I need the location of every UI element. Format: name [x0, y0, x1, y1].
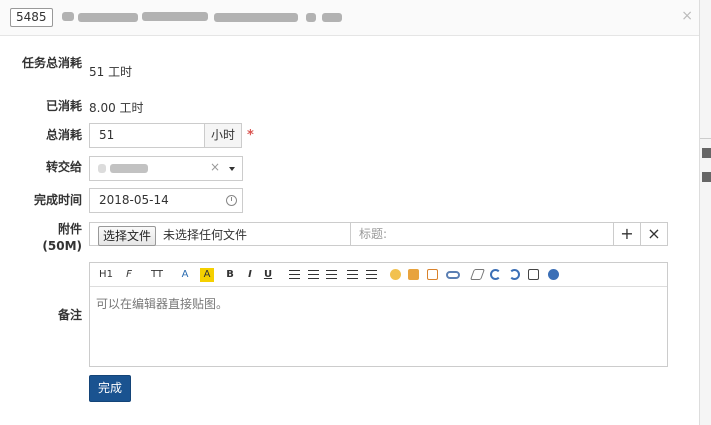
modal-header: 5485 × — [0, 0, 699, 36]
align-left-icon[interactable] — [289, 270, 300, 279]
underline-button[interactable]: U — [263, 268, 273, 282]
assign-to-select[interactable]: × — [89, 156, 243, 181]
chevron-down-icon[interactable] — [229, 167, 235, 171]
total-consumed-label: 任务总消耗 — [21, 56, 82, 70]
attachment-label: 附件(50M) — [42, 222, 82, 253]
close-icon[interactable]: × — [681, 8, 693, 24]
bold-button[interactable]: B — [225, 268, 235, 282]
comment-editor: H1 F TT A A B I U 可以在编辑器直接贴图。 — [89, 262, 668, 367]
font-color-button[interactable]: A — [178, 268, 192, 282]
add-file-button[interactable]: + — [613, 222, 641, 246]
finished-date-input[interactable]: 2018-05-14 — [89, 188, 243, 213]
backdrop-text — [702, 172, 711, 182]
comment-textarea[interactable]: 可以在编辑器直接贴图。 — [90, 287, 667, 320]
finish-task-modal: 5485 × 任务总消耗 51 工时 已消耗 8.00 工时 总消耗 51 小时… — [0, 0, 699, 425]
editor-toolbar: H1 F TT A A B I U — [90, 263, 667, 287]
finished-date-label: 完成时间 — [33, 193, 82, 207]
comment-label: 备注 — [57, 308, 82, 322]
consumed-label: 已消耗 — [45, 99, 82, 113]
task-id-badge: 5485 — [10, 8, 53, 27]
consumed-value: 8.00 工时 — [89, 101, 144, 115]
link-icon[interactable] — [446, 271, 460, 279]
finished-date-value: 2018-05-14 — [99, 193, 169, 207]
unordered-list-icon[interactable] — [366, 270, 377, 279]
align-center-icon[interactable] — [308, 270, 319, 279]
total-hours-label: 总消耗 — [45, 128, 82, 142]
assign-to-label: 转交给 — [45, 160, 82, 174]
image-icon[interactable] — [408, 269, 419, 280]
task-title-redacted — [62, 7, 342, 27]
font-size-button[interactable]: TT — [146, 268, 168, 282]
hours-unit-addon: 小时 — [204, 123, 242, 148]
page-backdrop — [699, 0, 711, 425]
clear-icon[interactable]: × — [210, 160, 220, 174]
clock-icon[interactable] — [226, 195, 237, 206]
backdrop-text — [702, 148, 711, 158]
help-icon[interactable] — [548, 269, 559, 280]
align-right-icon[interactable] — [326, 270, 337, 279]
choose-file-button[interactable]: 选择文件 — [98, 226, 157, 246]
background-color-button[interactable]: A — [200, 268, 214, 282]
ordered-list-icon[interactable] — [347, 270, 358, 279]
finish-button[interactable]: 完成 — [89, 375, 131, 402]
heading-button[interactable]: H1 — [96, 268, 116, 282]
font-family-button[interactable]: F — [122, 268, 136, 282]
total-hours-input[interactable]: 51 — [89, 123, 205, 148]
source-code-icon[interactable] — [528, 269, 539, 280]
flash-icon[interactable] — [427, 269, 438, 280]
total-consumed-value: 51 工时 — [89, 65, 133, 79]
redo-icon[interactable] — [509, 269, 520, 280]
remove-file-button[interactable]: × — [640, 222, 668, 246]
italic-button[interactable]: I — [245, 268, 255, 282]
no-file-text: 未选择任何文件 — [163, 228, 248, 242]
file-title-input[interactable]: 标题: — [350, 223, 613, 245]
file-input-group: 选择文件 未选择任何文件 标题: — [89, 222, 614, 246]
emoticon-icon[interactable] — [390, 269, 401, 280]
backdrop-divider — [700, 138, 711, 139]
required-mark: * — [247, 128, 254, 143]
eraser-icon[interactable] — [469, 269, 486, 280]
undo-icon[interactable] — [490, 269, 501, 280]
